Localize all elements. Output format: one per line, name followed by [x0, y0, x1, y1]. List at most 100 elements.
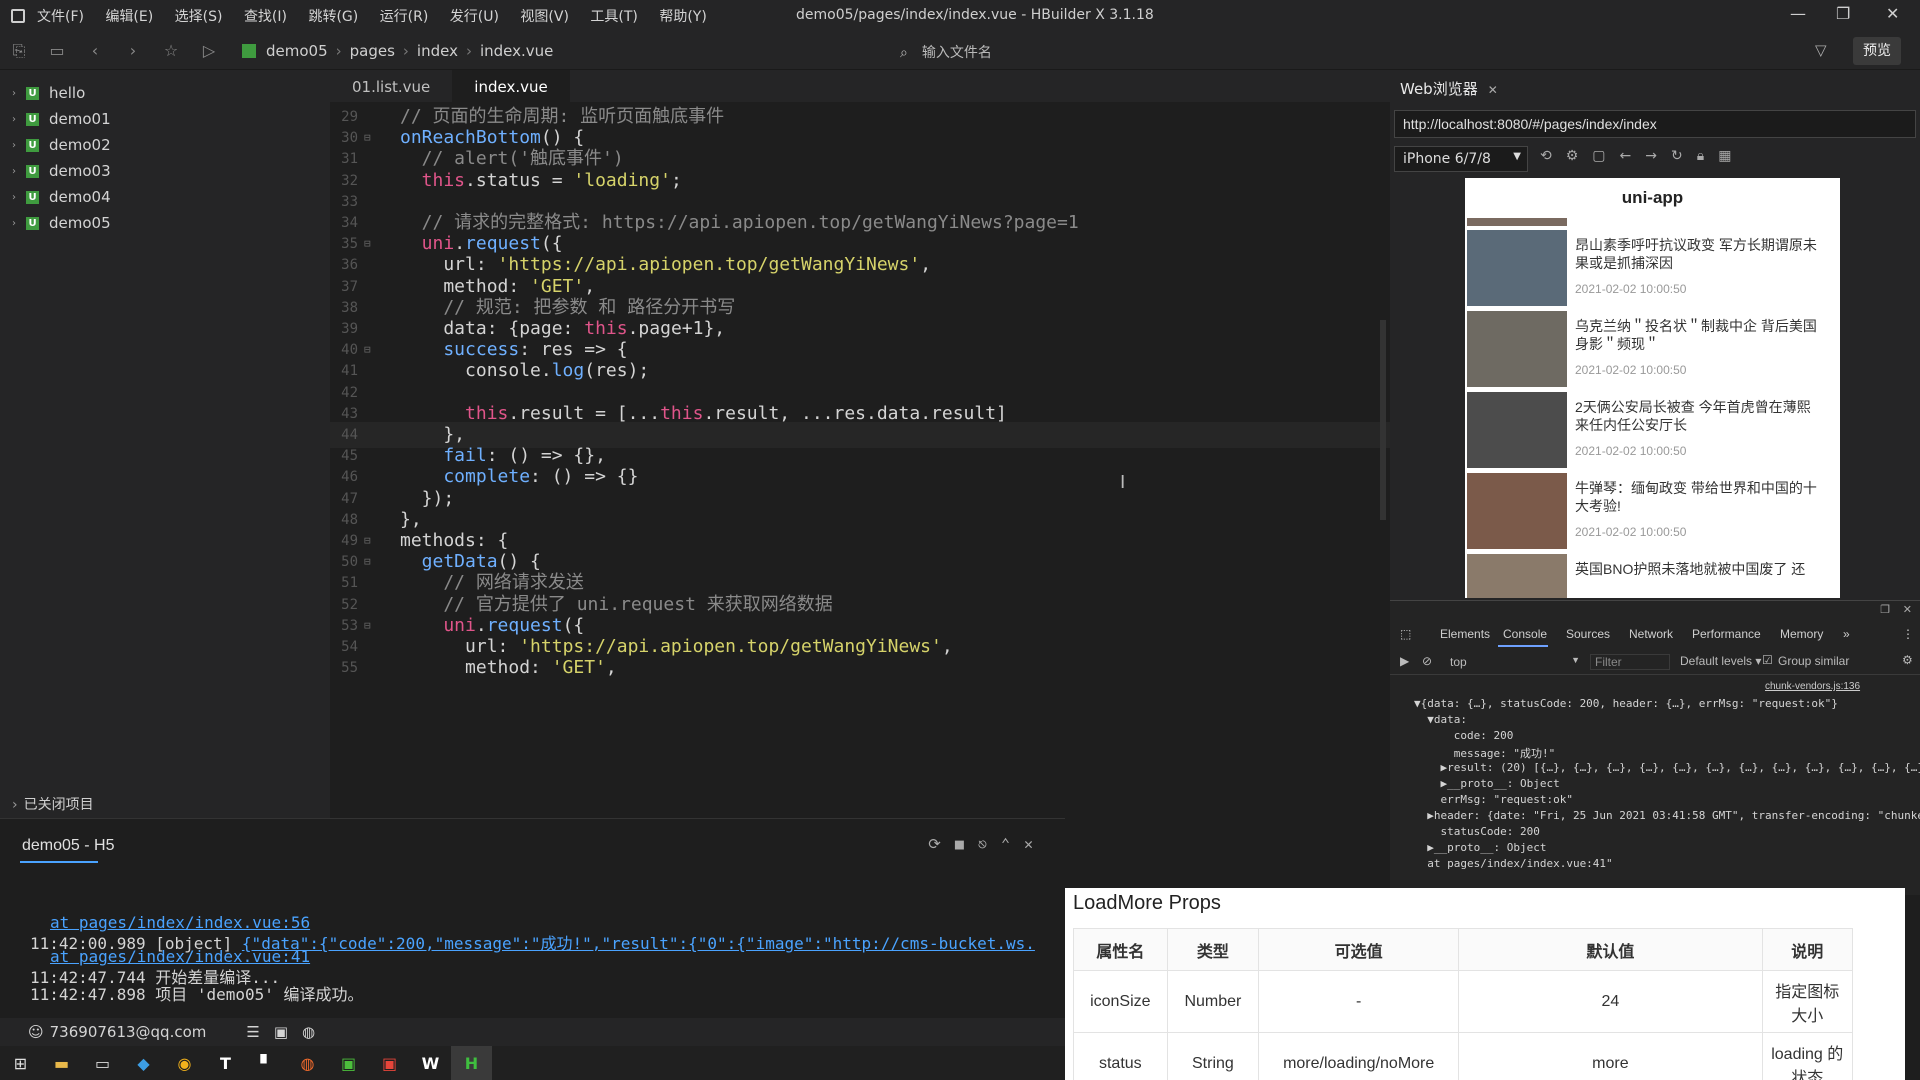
project-item-demo05[interactable]: › Udemo05: [0, 210, 330, 236]
refresh-icon[interactable]: ↻: [1671, 148, 1697, 164]
camtasia-icon[interactable]: ▣: [328, 1046, 369, 1080]
tab-01-list-vue[interactable]: 01.list.vue: [330, 70, 452, 102]
devtools-console-line[interactable]: ▼data:: [1414, 713, 1467, 726]
news-item[interactable]: 昂山素季呼吁抗议政变 军方长期谓原未果或是抓捕深因 2021-02-02 10:0…: [1465, 228, 1840, 308]
code-line[interactable]: 55 method: 'GET',: [330, 655, 1390, 681]
new-file-icon[interactable]: ⎘: [0, 41, 38, 61]
hbuilder-icon[interactable]: H: [451, 1046, 492, 1080]
news-item[interactable]: 牛弹琴：缅甸政变 带给世界和中国的十大考验! 2021-02-02 10:00:5…: [1465, 471, 1840, 551]
menu-find[interactable]: 查找(I): [244, 9, 287, 25]
settings-icon[interactable]: ⚙: [1566, 148, 1593, 164]
source-link[interactable]: chunk-vendors.js:136: [1765, 681, 1860, 692]
tab-elements[interactable]: Elements: [1440, 627, 1490, 641]
menu-publish[interactable]: 发行(U): [450, 9, 499, 25]
context-select[interactable]: top ▼: [1450, 655, 1580, 669]
menu-file[interactable]: 文件(F): [37, 9, 84, 25]
list-icon[interactable]: ☰: [246, 1023, 259, 1041]
filter-input[interactable]: Filter: [1590, 654, 1670, 670]
typora-icon[interactable]: T: [205, 1046, 246, 1080]
news-item[interactable]: 2天俩公安局长被查 今年首虎曾在薄熙来任内任公安厅长 2021-02-02 10:…: [1465, 390, 1840, 470]
tab-network[interactable]: Network: [1629, 627, 1673, 641]
clear-icon[interactable]: ✕: [1024, 835, 1047, 853]
devtools-console-line[interactable]: at pages/index/index.vue:41": [1414, 857, 1612, 870]
devtools-console-line[interactable]: ▶result: (20) [{…}, {…}, {…}, {…}, {…}, …: [1414, 761, 1920, 774]
devtools-console-line[interactable]: ▶__proto__: Object: [1414, 777, 1559, 790]
terminal-icon[interactable]: ▣: [274, 1023, 288, 1041]
preview-button[interactable]: 预览: [1853, 37, 1901, 65]
back-arrow-icon[interactable]: ‹: [76, 41, 114, 60]
breadcrumb-index[interactable]: index: [417, 42, 458, 60]
breadcrumb-file[interactable]: index.vue: [480, 42, 553, 60]
bookmarks-icon[interactable]: ▘: [246, 1046, 287, 1080]
tab-more[interactable]: »: [1843, 627, 1850, 641]
code-editor[interactable]: 01.list.vue index.vue 29// 页面的生命周期: 监听页面…: [330, 70, 1390, 818]
export-icon[interactable]: ⎋: [978, 835, 1001, 853]
browser-tab[interactable]: Web浏览器 ✕: [1400, 78, 1498, 99]
stop-icon[interactable]: ■: [955, 835, 978, 853]
file-search-input[interactable]: ⌕ 输入文件名: [900, 42, 992, 62]
phone-viewport[interactable]: uni-app 昂山素季呼吁抗议政变 军方长期谓原未果或是抓捕深因 2021-02…: [1465, 178, 1840, 598]
group-similar-checkbox[interactable]: ☑: [1762, 653, 1773, 667]
tab-memory[interactable]: Memory: [1780, 627, 1823, 641]
url-input[interactable]: http://localhost:8080/#/pages/index/inde…: [1394, 110, 1916, 138]
inspect-icon[interactable]: ⬚: [1400, 627, 1411, 641]
console-settings-icon[interactable]: ⚙: [1902, 653, 1913, 667]
maximize-button[interactable]: ❐: [1836, 4, 1850, 23]
project-item-hello[interactable]: › Uhello: [0, 80, 330, 106]
menu-edit[interactable]: 编辑(E): [105, 9, 153, 25]
close-devtools-icon[interactable]: ✕: [1903, 603, 1912, 616]
devtools-console-line[interactable]: ▶header: {date: "Fri, 25 Jun 2021 03:41:…: [1414, 809, 1920, 822]
run-console[interactable]: demo05 - H5 ⟳■⎋⌃✕ at pages/index/index.v…: [0, 818, 1065, 1018]
screenshot-icon[interactable]: ▢: [1592, 148, 1619, 164]
sidebar-toggle-icon[interactable]: ▶: [1400, 654, 1409, 668]
windows-start-icon[interactable]: ⊞: [0, 1046, 41, 1080]
device-select[interactable]: iPhone 6/7/8 ▼: [1394, 146, 1528, 172]
undock-icon[interactable]: ❐: [1880, 603, 1890, 616]
more-options-icon[interactable]: ⋮: [1902, 627, 1914, 641]
lock-icon[interactable]: 🔒︎: [1697, 148, 1718, 164]
collapse-icon[interactable]: ⌃: [1001, 835, 1024, 853]
project-item-demo02[interactable]: › Udemo02: [0, 132, 330, 158]
breadcrumb-pages[interactable]: pages: [350, 42, 395, 60]
levels-select[interactable]: Default levels ▾: [1680, 654, 1761, 668]
restart-icon[interactable]: ⟳: [928, 835, 955, 853]
close-tab-icon[interactable]: ✕: [1488, 83, 1498, 97]
news-item[interactable]: 英国BNO护照未落地就被中国废了 还: [1465, 552, 1840, 598]
firefox-icon[interactable]: ◍: [287, 1046, 328, 1080]
devtools-console-line[interactable]: ▶__proto__: Object: [1414, 841, 1546, 854]
tab-performance[interactable]: Performance: [1692, 627, 1761, 641]
qr-icon[interactable]: ▦: [1718, 148, 1745, 164]
rotate-icon[interactable]: ⟲: [1540, 148, 1566, 164]
project-item-demo03[interactable]: › Udemo03: [0, 158, 330, 184]
menu-goto[interactable]: 跳转(G): [308, 9, 358, 25]
minimize-button[interactable]: —: [1790, 4, 1806, 23]
code-area[interactable]: 29// 页面的生命周期: 监听页面触底事件 30 ⊟ onReachBottom()…: [330, 104, 1390, 818]
devtools-console-line[interactable]: errMsg: "request:ok": [1414, 793, 1572, 806]
filter-icon[interactable]: ▽: [1815, 41, 1827, 59]
closed-projects-toggle[interactable]: › 已关闭项目: [12, 794, 94, 814]
devtools-console-line[interactable]: statusCode: 200: [1414, 825, 1539, 838]
forward-icon[interactable]: →: [1645, 148, 1671, 164]
devtools-console-line[interactable]: ▼{data: {…}, statusCode: 200, header: {……: [1414, 697, 1838, 710]
project-item-demo01[interactable]: › Udemo01: [0, 106, 330, 132]
file-explorer-icon[interactable]: ▬: [41, 1046, 82, 1080]
news-item[interactable]: 乌克兰纳＂投名状＂制裁中企 背后美国身影＂频现＂ 2021-02-02 10:00…: [1465, 309, 1840, 389]
account-email[interactable]: 736907613@qq.com: [50, 1023, 207, 1041]
forward-arrow-icon[interactable]: ›: [114, 41, 152, 60]
wps-icon[interactable]: W: [410, 1046, 451, 1080]
menu-tools[interactable]: 工具(T): [590, 9, 637, 25]
console-link[interactable]: {"data":{"code":200,"message":"成功!","res…: [242, 934, 1035, 953]
recorder-icon[interactable]: ▣: [369, 1046, 410, 1080]
menu-run[interactable]: 运行(R): [380, 9, 429, 25]
editor-scrollbar[interactable]: [1380, 320, 1386, 520]
globe-icon[interactable]: ◍: [302, 1023, 315, 1041]
back-icon[interactable]: ←: [1620, 148, 1646, 164]
chrome-icon[interactable]: ◉: [164, 1046, 205, 1080]
tab-sources[interactable]: Sources: [1566, 627, 1610, 641]
breadcrumb-project[interactable]: demo05: [266, 42, 328, 60]
vscode-icon[interactable]: ◆: [123, 1046, 164, 1080]
menu-help[interactable]: 帮助(Y): [659, 9, 706, 25]
project-item-demo04[interactable]: › Udemo04: [0, 184, 330, 210]
close-window-button[interactable]: ✕: [1886, 4, 1899, 23]
devtools-console-line[interactable]: message: "成功!": [1414, 745, 1555, 761]
